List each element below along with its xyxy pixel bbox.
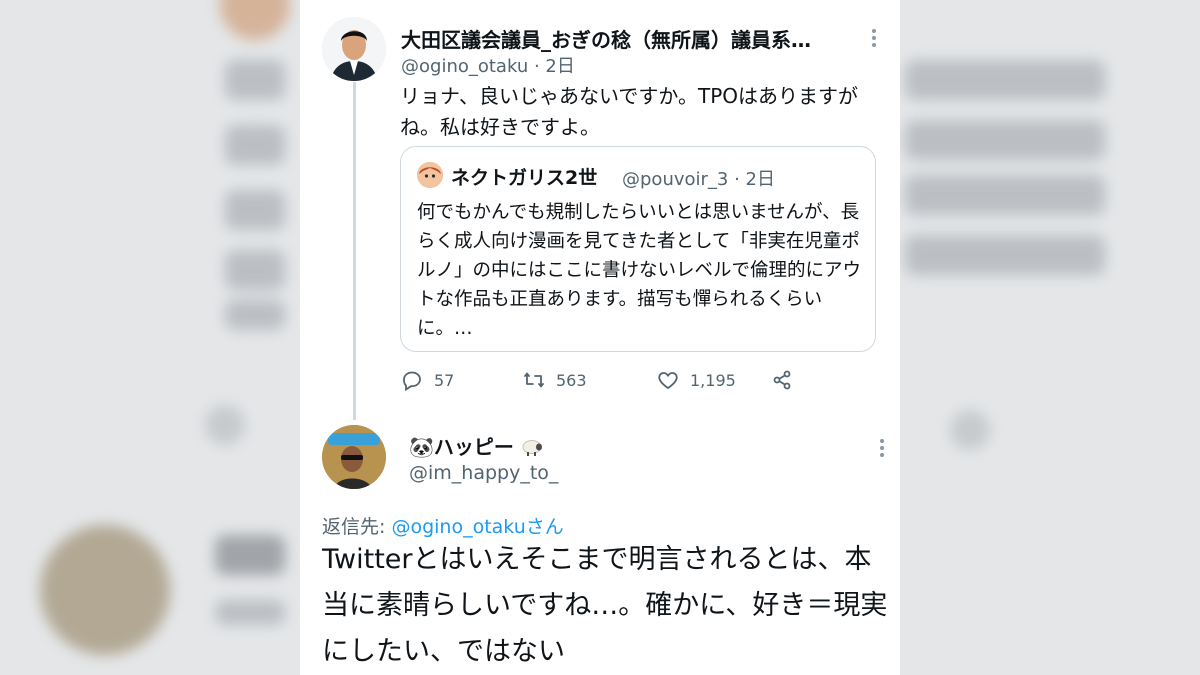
tweet-text: リョナ、良いじゃあないですか。TPOはありますがね。私は好きですよ。 [400, 84, 859, 139]
reply-icon [403, 371, 421, 392]
like-count: 1,195 [690, 370, 736, 390]
quote-avatar[interactable] [417, 162, 443, 188]
display-name-row: 🐼ハッピー [409, 431, 543, 460]
user-handle[interactable]: @ogino_otaku [401, 56, 528, 77]
retweet-icon [524, 372, 544, 388]
reply-to-link[interactable]: @ogino_otaku [391, 516, 525, 538]
avatar[interactable] [322, 17, 386, 81]
sheep-emoji-icon [522, 440, 542, 456]
tweet-text: Twitterとはいえそこまで明言されるとは、本当に素晴らしいですね…。確かに、… [322, 544, 888, 667]
user-handle[interactable]: @im_happy_to_ [409, 462, 558, 484]
display-name[interactable]: 大田区議会議員_おぎの稔（無所属）議員系… [401, 24, 811, 53]
quote-handle-row: @pouvoir_3 · 2日 [622, 165, 775, 191]
reply-button[interactable]: 57 [400, 368, 522, 392]
tweet-timestamp[interactable]: · 2日 [534, 56, 575, 77]
more-vertical-icon[interactable] [862, 28, 886, 48]
reply-context: 返信先: @ogino_otakuさん [322, 512, 564, 539]
quote-user-handle[interactable]: @pouvoir_3 [622, 169, 728, 190]
share-button[interactable] [770, 368, 794, 392]
quote-display-name[interactable]: ネクトガリス2世 [451, 163, 597, 190]
display-name[interactable]: 🐼ハッピー [409, 435, 514, 459]
like-button[interactable]: 1,195 [656, 368, 770, 392]
avatar[interactable] [322, 425, 386, 489]
share-icon [773, 370, 791, 390]
retweet-button[interactable]: 563 [522, 368, 656, 392]
quote-text: 何でもかんでも規制したらいいとは思いませんが、長らく成人向け漫画を見てきた者とし… [417, 202, 862, 339]
retweet-count: 563 [556, 370, 587, 390]
like-icon [658, 372, 678, 390]
tweet-action-bar: 57 563 1,195 [400, 368, 794, 392]
reply-count: 57 [434, 370, 455, 390]
quote-timestamp[interactable]: · 2日 [734, 169, 775, 190]
handle-row: @ogino_otaku · 2日 [401, 52, 575, 78]
more-vertical-icon[interactable] [870, 438, 894, 458]
thread-connector-line [353, 82, 356, 420]
reply-prefix: 返信先: [322, 516, 392, 538]
reply-suffix: さん [525, 516, 564, 538]
